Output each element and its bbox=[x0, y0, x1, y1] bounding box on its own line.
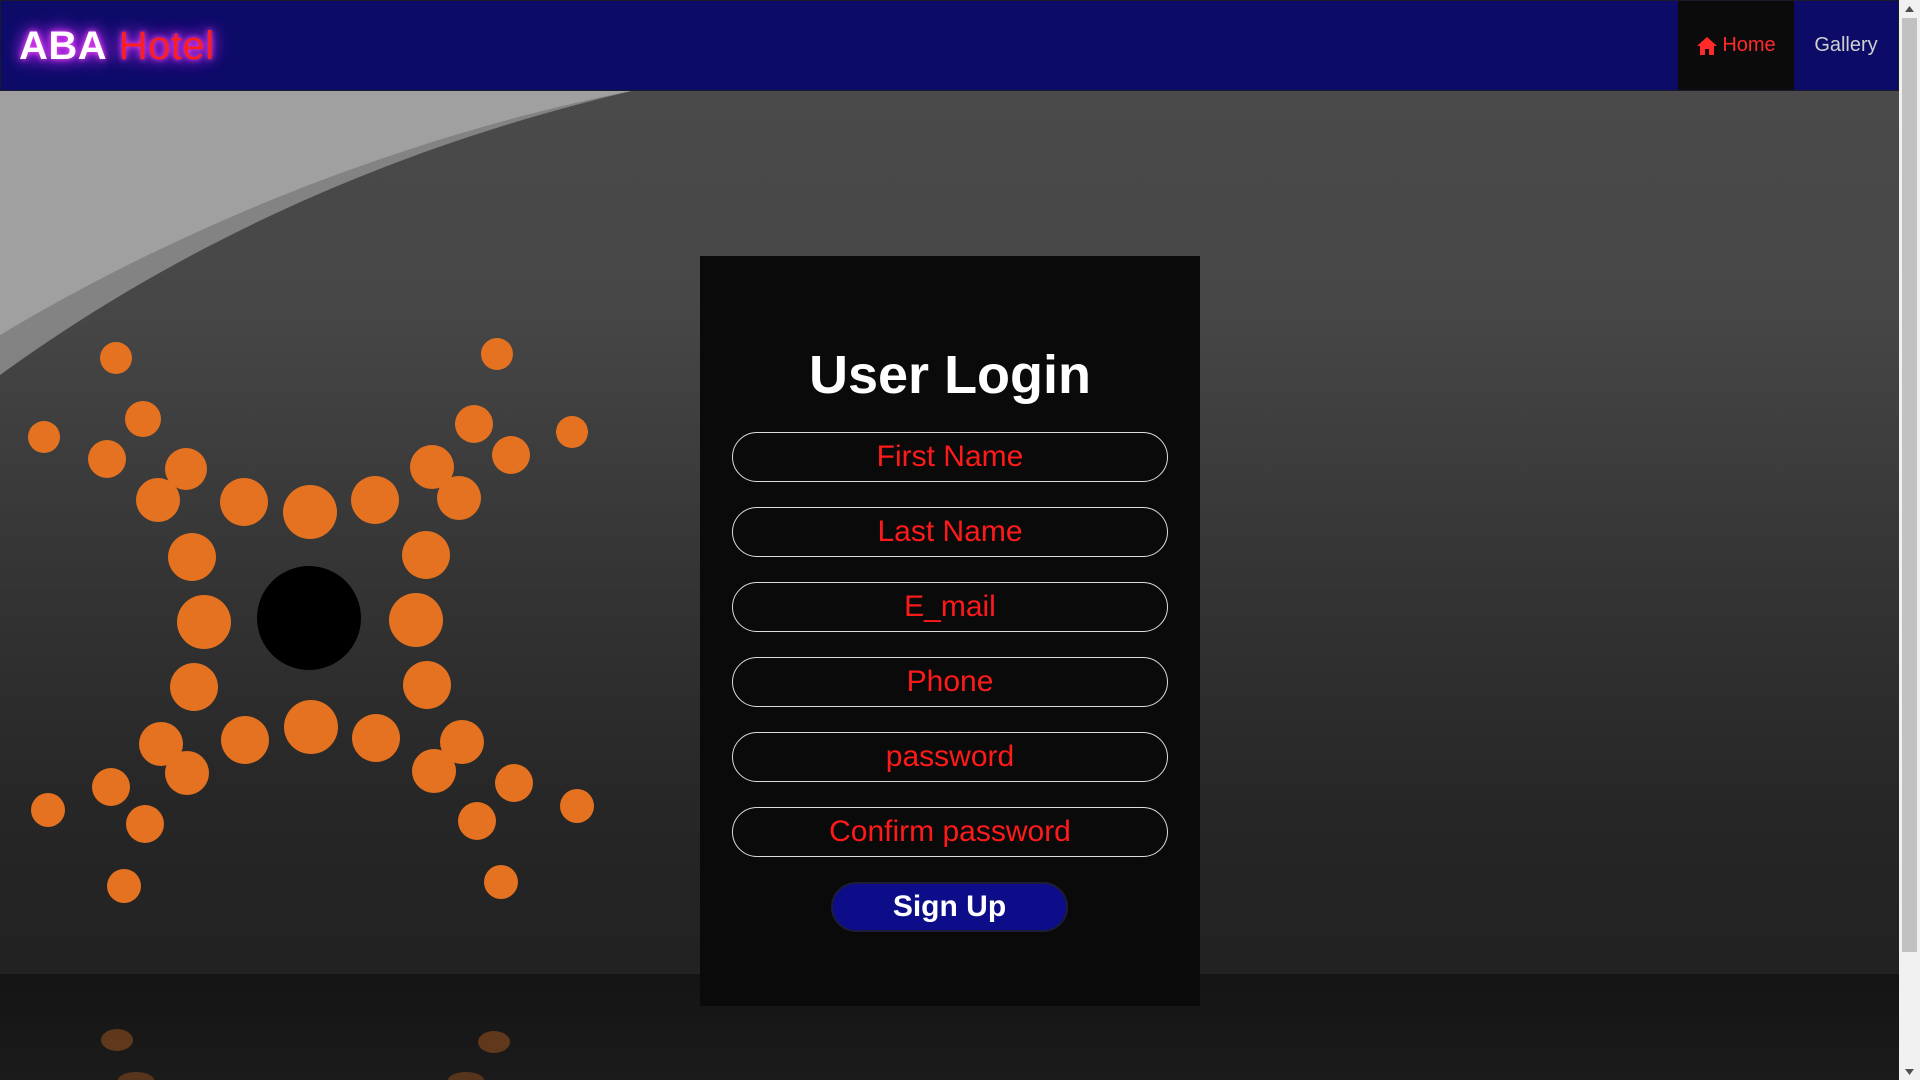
scrollbar[interactable] bbox=[1899, 0, 1920, 1080]
orange-dot bbox=[495, 764, 533, 802]
brand-logo[interactable]: ABA Hotel bbox=[19, 26, 215, 66]
dot-reflection bbox=[101, 1029, 133, 1051]
dot-reflection bbox=[478, 1031, 510, 1053]
orange-dot bbox=[556, 416, 588, 448]
orange-dot bbox=[458, 802, 496, 840]
orange-dot bbox=[352, 714, 400, 762]
nav-item-home[interactable]: Home bbox=[1678, 1, 1794, 90]
dot-reflection bbox=[118, 1072, 154, 1080]
orange-dot bbox=[31, 793, 65, 827]
scroll-up-arrow-icon[interactable] bbox=[1899, 0, 1920, 17]
dot-pattern-center bbox=[257, 566, 361, 670]
scrollbar-thumb[interactable] bbox=[1902, 18, 1917, 952]
nav-item-home-label: Home bbox=[1722, 34, 1776, 56]
nav-item-gallery[interactable]: Gallery bbox=[1794, 1, 1898, 90]
orange-dot bbox=[220, 478, 268, 526]
orange-dot bbox=[403, 661, 451, 709]
scroll-down-arrow-icon[interactable] bbox=[1899, 1063, 1920, 1080]
orange-dot bbox=[136, 478, 180, 522]
orange-dot bbox=[165, 751, 209, 795]
orange-dot bbox=[402, 531, 450, 579]
orange-dot bbox=[92, 768, 130, 806]
orange-dot bbox=[455, 405, 493, 443]
orange-dot bbox=[107, 869, 141, 903]
orange-dot bbox=[284, 700, 338, 754]
password-field[interactable] bbox=[732, 732, 1168, 782]
orange-dot bbox=[440, 720, 484, 764]
orange-dot bbox=[481, 338, 513, 370]
orange-dot bbox=[283, 485, 337, 539]
sign-up-button[interactable]: Sign Up bbox=[831, 882, 1068, 932]
nav-links: Home Gallery bbox=[1678, 1, 1898, 90]
orange-dot bbox=[437, 476, 481, 520]
orange-dot bbox=[100, 342, 132, 374]
brand-name-part2: Hotel bbox=[118, 23, 215, 68]
last-name-field[interactable] bbox=[732, 507, 1168, 557]
page: ABA Hotel Home Gallery User Login Sign U… bbox=[0, 0, 1920, 1080]
orange-dot bbox=[168, 533, 216, 581]
orange-dot bbox=[484, 865, 518, 899]
orange-dot bbox=[88, 440, 126, 478]
orange-dot bbox=[351, 476, 399, 524]
orange-dot bbox=[560, 789, 594, 823]
login-card: User Login Sign Up bbox=[700, 256, 1200, 1006]
orange-dot bbox=[28, 421, 60, 453]
home-icon bbox=[1697, 36, 1718, 55]
orange-dot bbox=[177, 595, 231, 649]
orange-dot bbox=[221, 716, 269, 764]
phone-field[interactable] bbox=[732, 657, 1168, 707]
orange-dot bbox=[170, 663, 218, 711]
orange-dot bbox=[126, 805, 164, 843]
confirm-password-field[interactable] bbox=[732, 807, 1168, 857]
orange-dot bbox=[125, 401, 161, 437]
navbar: ABA Hotel Home Gallery bbox=[0, 0, 1899, 91]
orange-dot bbox=[492, 436, 530, 474]
first-name-field[interactable] bbox=[732, 432, 1168, 482]
orange-dot bbox=[389, 593, 443, 647]
nav-item-gallery-label: Gallery bbox=[1814, 34, 1878, 56]
login-title: User Login bbox=[808, 345, 1092, 405]
brand-name-part1: ABA bbox=[19, 23, 108, 68]
dot-reflection bbox=[448, 1072, 484, 1080]
email-field[interactable] bbox=[732, 582, 1168, 632]
